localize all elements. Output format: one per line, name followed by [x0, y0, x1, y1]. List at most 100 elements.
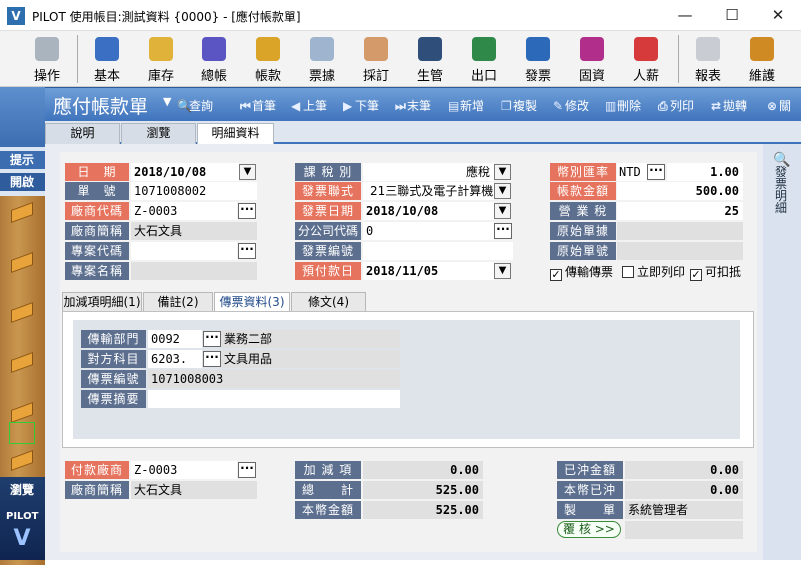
toolbar-assets-button[interactable]: 固資 — [569, 35, 615, 85]
contra-account-lookup-button[interactable]: ··· — [203, 351, 221, 367]
last-button[interactable]: ⏭末筆 — [395, 97, 431, 114]
voucher-no-label: 傳票編號 — [81, 370, 146, 388]
vendor-code-field[interactable]: Z-0003 — [131, 202, 237, 220]
toolbar-report-button[interactable]: 報表 — [685, 35, 731, 85]
date-dropdown-button[interactable]: ▼ — [239, 164, 256, 180]
transfer-button[interactable]: ⇄ 拋轉 — [711, 97, 747, 114]
invoice-date-dropdown-button[interactable]: ▼ — [494, 203, 511, 219]
close-form-button[interactable]: ⊗ 關 — [767, 97, 791, 114]
amount-field[interactable]: 500.00 — [617, 182, 743, 200]
tab-notes[interactable]: 備註(2) — [143, 292, 213, 312]
sidebar-brand-panel: 瀏覽 PILOT V — [0, 477, 45, 560]
date-label: 日 期 — [65, 163, 129, 181]
date-field[interactable]: 2018/10/08 — [131, 163, 239, 181]
amount-label: 帳款金額 — [550, 182, 616, 200]
invoice-no-field[interactable] — [363, 242, 513, 260]
voucher-memo-field[interactable] — [148, 390, 400, 408]
project-code-field[interactable] — [131, 242, 237, 260]
deductible-checkbox[interactable]: ✓ 可扣抵 — [690, 263, 742, 281]
toolbar-payroll-button[interactable]: 人薪 — [623, 35, 669, 85]
first-button[interactable]: ⏮首筆 — [240, 97, 276, 114]
tab-browse[interactable]: 瀏覽 — [121, 123, 196, 144]
prev-button[interactable]: ◀ 上筆 — [291, 97, 327, 114]
main-toolbar: 操作 基本 庫存 總帳 帳款 票據 採訂 生管 出口 發票 固資 人薪 報表 維… — [0, 31, 801, 87]
sidebar-browse[interactable]: 瀏覽 — [0, 481, 45, 498]
edit-button[interactable]: ✎ 修改 — [553, 97, 589, 114]
invoice-type-dropdown-button[interactable]: ▼ — [494, 183, 511, 199]
sidebar-open[interactable]: 開啟 — [0, 173, 45, 191]
vendor-code-lookup-button[interactable]: ··· — [238, 203, 256, 219]
sidebar-header — [0, 87, 45, 147]
transfer-dept-code-field[interactable]: 0092 — [148, 330, 202, 348]
toolbar-label: 發票 — [524, 69, 551, 84]
sidebar-hint[interactable]: 提示 — [0, 151, 45, 169]
delete-button[interactable]: ▥刪除 — [605, 97, 641, 114]
toolbar-notes-button[interactable]: 票據 — [299, 35, 345, 85]
tax-type-field[interactable]: 應稅 — [363, 163, 494, 181]
toolbar-label: 總帳 — [200, 69, 227, 84]
business-tax-field[interactable]: 25 — [617, 202, 743, 220]
pay-date-dropdown-button[interactable]: ▼ — [494, 263, 511, 279]
pay-date-field[interactable]: 2018/11/05 — [363, 262, 494, 280]
branch-field[interactable]: 0 — [363, 222, 494, 240]
query-button[interactable]: 🔍查詢 — [177, 97, 213, 114]
toolbar-label: 庫存 — [147, 69, 174, 84]
module-dropdown-icon[interactable]: ▼ — [163, 95, 171, 108]
tab-detail[interactable]: 明細資料 — [197, 123, 274, 144]
vendor-name-field: 大石文具 — [131, 222, 257, 240]
tab-description[interactable]: 說明 — [45, 123, 120, 144]
doc-no-field[interactable]: 1071008002 — [131, 182, 257, 200]
tab-adjustment-items[interactable]: 加減項明細(1) — [62, 292, 142, 312]
toolbar-maintain-button[interactable]: 維護 — [739, 35, 785, 85]
toolbar-purchase-button[interactable]: 採訂 — [353, 35, 399, 85]
toolbar-export-button[interactable]: 出口 — [461, 35, 507, 85]
exchange-rate-field[interactable]: 1.00 — [667, 163, 743, 181]
checkbox-label: 可扣抵 — [705, 265, 742, 279]
toolbar-basic-button[interactable]: 基本 — [84, 35, 130, 85]
tab-voucher-data[interactable]: 傳票資料(3) — [214, 292, 290, 312]
toolbar-invoice-button[interactable]: 發票 — [515, 35, 561, 85]
transfer-dept-name-field: 業務二部 — [221, 330, 400, 348]
project-code-lookup-button[interactable]: ··· — [238, 243, 256, 259]
invoice-date-field[interactable]: 2018/10/08 — [363, 202, 494, 220]
first-icon: ⏮ — [240, 99, 251, 113]
add-button[interactable]: ▤新增 — [448, 97, 484, 114]
currency-field[interactable]: NTD — [617, 163, 647, 181]
review-button[interactable]: 覆 核 >> — [557, 521, 621, 538]
copy-button[interactable]: ❐複製 — [501, 97, 537, 114]
command-label: 上筆 — [303, 99, 328, 113]
selected-item-frame[interactable] — [9, 422, 35, 444]
invoice-detail-link[interactable]: 發票明細 — [773, 166, 789, 214]
transfer-voucher-checkbox[interactable]: ✓ 傳輸傳票 — [550, 263, 613, 281]
command-label: 修改 — [565, 99, 590, 113]
toolbar-production-button[interactable]: 生管 — [407, 35, 453, 85]
tax-type-dropdown-button[interactable]: ▼ — [494, 164, 511, 180]
pencil-icon — [11, 301, 33, 324]
pay-vendor-field[interactable]: Z-0003 — [131, 461, 237, 479]
title-bar: V PILOT 使用帳目:測試資料 {0000} - [應付帳款單] — ☐ ✕ — [0, 0, 801, 31]
next-icon: ▶ — [343, 99, 353, 113]
print-button[interactable]: ⎙ 列印 — [658, 97, 694, 114]
adjustment-field: 0.00 — [363, 461, 483, 479]
next-button[interactable]: ▶ 下筆 — [343, 97, 379, 114]
currency-lookup-button[interactable]: ··· — [647, 164, 665, 180]
command-label: 拋轉 — [723, 99, 748, 113]
contra-account-code-field[interactable]: 6203. — [148, 350, 202, 368]
print-now-checkbox[interactable]: 立即列印 — [622, 263, 685, 279]
offset-amount-field: 0.00 — [625, 461, 743, 479]
branch-lookup-button[interactable]: ··· — [494, 223, 512, 239]
transfer-dept-lookup-button[interactable]: ··· — [203, 331, 221, 347]
local-amount-label: 本幣金額 — [295, 501, 361, 519]
toolbar-inventory-button[interactable]: 庫存 — [138, 35, 184, 85]
toolbar-accounts-button[interactable]: 帳款 — [245, 35, 291, 85]
close-button[interactable]: ✕ — [763, 4, 793, 26]
toolbar-ledger-button[interactable]: 總帳 — [191, 35, 237, 85]
maximize-button[interactable]: ☐ — [717, 4, 747, 26]
tab-clauses[interactable]: 條文(4) — [291, 292, 366, 312]
project-name-field — [131, 262, 257, 280]
minimize-button[interactable]: — — [670, 4, 700, 26]
project-name-label: 專案名稱 — [65, 262, 129, 280]
invoice-type-field[interactable]: 21三聯式及電子計算機 — [363, 182, 494, 200]
pay-vendor-lookup-button[interactable]: ··· — [238, 462, 256, 478]
toolbar-operate-button[interactable]: 操作 — [24, 35, 70, 85]
